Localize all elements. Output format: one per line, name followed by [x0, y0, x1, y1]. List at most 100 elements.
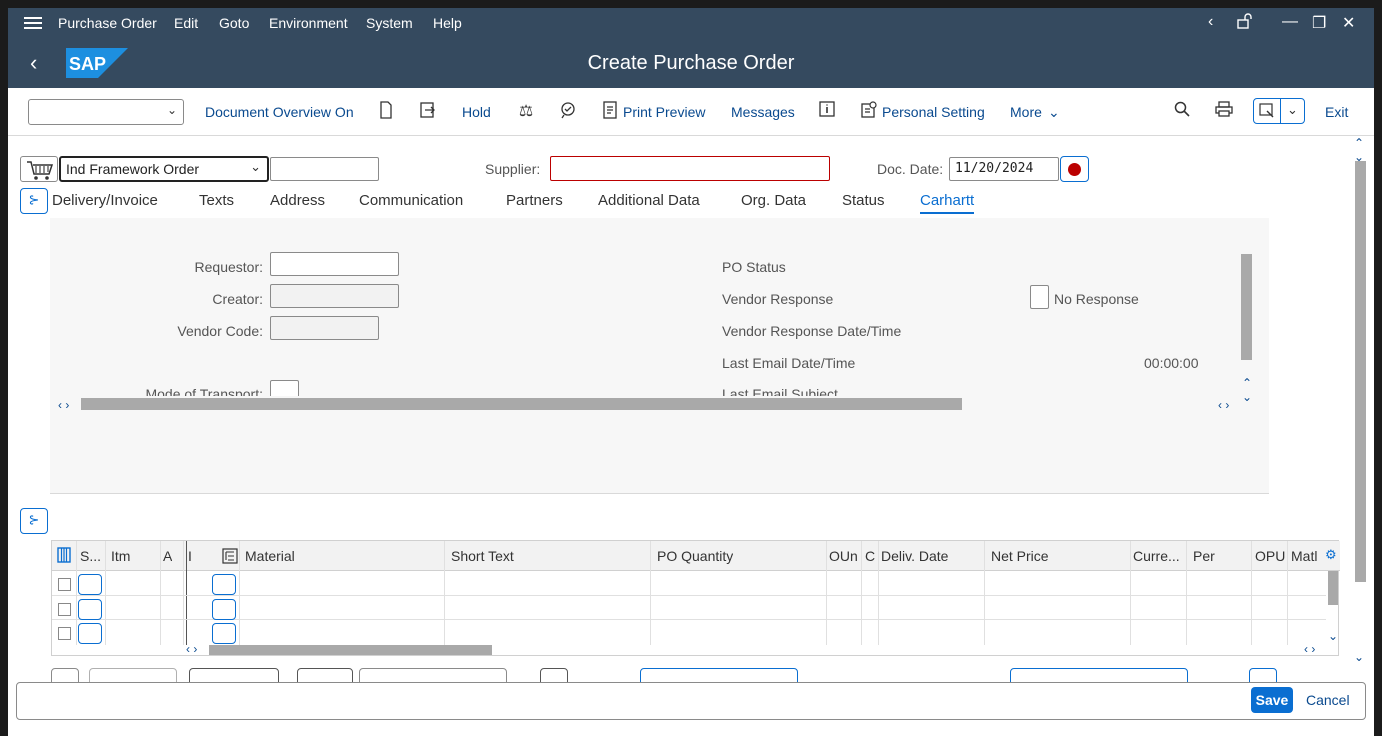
grid-tool-dropdown[interactable]	[640, 668, 798, 682]
personal-setting-button[interactable]: Personal Setting	[882, 104, 985, 120]
grid-tool-group[interactable]	[89, 668, 177, 682]
panel-horizontal-scrollbar[interactable]	[81, 398, 962, 410]
row-detail-button[interactable]	[212, 599, 236, 620]
document-overview-button[interactable]: Document Overview On	[205, 104, 354, 120]
tab-org-data[interactable]: Org. Data	[741, 192, 806, 209]
hamburger-menu-icon[interactable]	[24, 15, 42, 31]
grid-horizontal-scrollbar[interactable]	[209, 645, 492, 655]
tab-additional-data[interactable]: Additional Data	[598, 192, 700, 209]
row-select-checkbox[interactable]	[58, 603, 71, 616]
close-icon[interactable]: ✕	[1342, 13, 1355, 33]
col-net-price[interactable]: Net Price	[991, 548, 1049, 564]
col-opu[interactable]: OPU	[1255, 548, 1285, 564]
cancel-button[interactable]: Cancel	[1306, 692, 1350, 708]
restore-icon[interactable]: ❐	[1312, 13, 1326, 33]
chevron-left-icon[interactable]: ‹	[1208, 13, 1213, 31]
print-icon[interactable]	[1214, 101, 1234, 121]
tab-status[interactable]: Status	[842, 192, 885, 209]
settings-icon[interactable]: ⚙	[1325, 547, 1337, 563]
print-preview-button[interactable]: Print Preview	[623, 104, 705, 120]
select-all-icon[interactable]	[57, 547, 71, 566]
row-status-button[interactable]	[78, 599, 102, 620]
grid-tool-group[interactable]	[297, 668, 353, 682]
doc-date-field[interactable]: 11/20/2024	[949, 157, 1059, 181]
col-config-icon[interactable]	[222, 548, 238, 567]
col-oun[interactable]: OUn	[829, 548, 858, 564]
panel-scroll-leftright-right-icon[interactable]: ‹ ›	[1218, 398, 1229, 412]
screen-options-button[interactable]: ⌄	[1253, 98, 1305, 124]
collapse-header-button[interactable]: ⊱	[20, 188, 48, 214]
open-document-icon[interactable]	[418, 101, 438, 121]
check-icon[interactable]	[558, 101, 578, 121]
col-c[interactable]: C	[865, 548, 875, 564]
record-button[interactable]	[1060, 156, 1089, 182]
menu-help[interactable]: Help	[433, 15, 462, 31]
messages-button[interactable]: Messages	[731, 104, 795, 120]
tab-partners[interactable]: Partners	[506, 192, 563, 209]
tab-communication[interactable]: Communication	[359, 192, 463, 209]
order-type-select[interactable]: Ind Framework Order ⌄	[59, 156, 269, 182]
cart-icon[interactable]	[20, 156, 58, 182]
exit-button[interactable]: Exit	[1325, 104, 1348, 120]
col-status[interactable]: S...	[80, 548, 101, 564]
col-a[interactable]: A	[163, 548, 172, 564]
grid-tool-dropdown[interactable]	[1010, 668, 1188, 682]
col-deliv-date[interactable]: Deliv. Date	[881, 548, 948, 564]
save-button[interactable]: Save	[1251, 687, 1293, 713]
tab-carhartt[interactable]: Carhartt	[920, 192, 975, 214]
hold-button[interactable]: Hold	[462, 104, 491, 120]
grid-tool-group[interactable]	[359, 668, 507, 682]
page-vertical-scrollbar[interactable]	[1355, 161, 1366, 582]
more-chevron-icon[interactable]: ⌄	[1048, 104, 1060, 121]
mode-of-transport-field[interactable]	[270, 380, 299, 396]
minimize-icon[interactable]: —	[1282, 13, 1298, 31]
collapse-items-button[interactable]: ⊱	[20, 508, 48, 534]
grid-tool-button[interactable]	[51, 668, 79, 682]
row-status-button[interactable]	[78, 574, 102, 595]
new-document-icon[interactable]	[376, 101, 396, 121]
grid-tool-group[interactable]	[189, 668, 279, 682]
tab-delivery-invoice[interactable]: Delivery/Invoice	[52, 192, 158, 209]
panel-scroll-updown-icon[interactable]: ⌃ ⌄	[1242, 376, 1252, 404]
page-scroll-up-icon[interactable]: ⌃ ⌄	[1354, 136, 1364, 164]
col-per[interactable]: Per	[1193, 548, 1215, 564]
row-select-checkbox[interactable]	[58, 578, 71, 591]
no-response-checkbox[interactable]	[1030, 285, 1049, 309]
row-detail-button[interactable]	[212, 574, 236, 595]
row-status-button[interactable]	[78, 623, 102, 644]
col-po-quantity[interactable]: PO Quantity	[657, 548, 733, 564]
col-material[interactable]: Material	[245, 548, 295, 564]
tab-texts[interactable]: Texts	[199, 192, 234, 209]
tab-address[interactable]: Address	[270, 192, 325, 209]
info-icon[interactable]	[817, 101, 837, 121]
grid-scroll-leftright-right-icon[interactable]: ‹ ›	[1304, 642, 1315, 656]
menu-system[interactable]: System	[366, 15, 413, 31]
row-select-checkbox[interactable]	[58, 627, 71, 640]
grid-scroll-leftright-icon[interactable]: ‹ ›	[186, 642, 197, 656]
panel-vertical-scrollbar[interactable]	[1241, 254, 1252, 360]
col-item[interactable]: Itm	[111, 548, 130, 564]
menu-purchase-order[interactable]: Purchase Order	[58, 15, 157, 31]
row-detail-button[interactable]	[212, 623, 236, 644]
po-number-field[interactable]	[270, 157, 379, 181]
unlock-icon[interactable]	[1236, 13, 1252, 34]
grid-vertical-scrollbar[interactable]	[1328, 571, 1338, 605]
more-button[interactable]: More	[1010, 104, 1042, 120]
col-short-text[interactable]: Short Text	[451, 548, 514, 564]
grid-scroll-down-icon[interactable]: ⌄	[1328, 629, 1338, 643]
menu-goto[interactable]: Goto	[219, 15, 249, 31]
menu-environment[interactable]: Environment	[269, 15, 348, 31]
grid-tool-button[interactable]	[1249, 668, 1277, 682]
search-icon[interactable]	[1172, 101, 1192, 121]
supplier-field[interactable]	[550, 156, 830, 181]
page-scroll-down-icon[interactable]: ⌄	[1354, 650, 1364, 664]
col-i[interactable]: I	[188, 548, 192, 564]
balance-icon[interactable]: ⚖	[516, 101, 536, 121]
requestor-field[interactable]	[270, 252, 399, 276]
col-matl[interactable]: Matl	[1291, 548, 1317, 564]
grid-tool-button[interactable]	[540, 668, 568, 682]
menu-edit[interactable]: Edit	[174, 15, 198, 31]
command-field-select[interactable]: ⌄	[28, 99, 184, 125]
col-currency[interactable]: Curre...	[1133, 548, 1180, 564]
panel-scroll-leftright-icon[interactable]: ‹ ›	[58, 398, 69, 412]
